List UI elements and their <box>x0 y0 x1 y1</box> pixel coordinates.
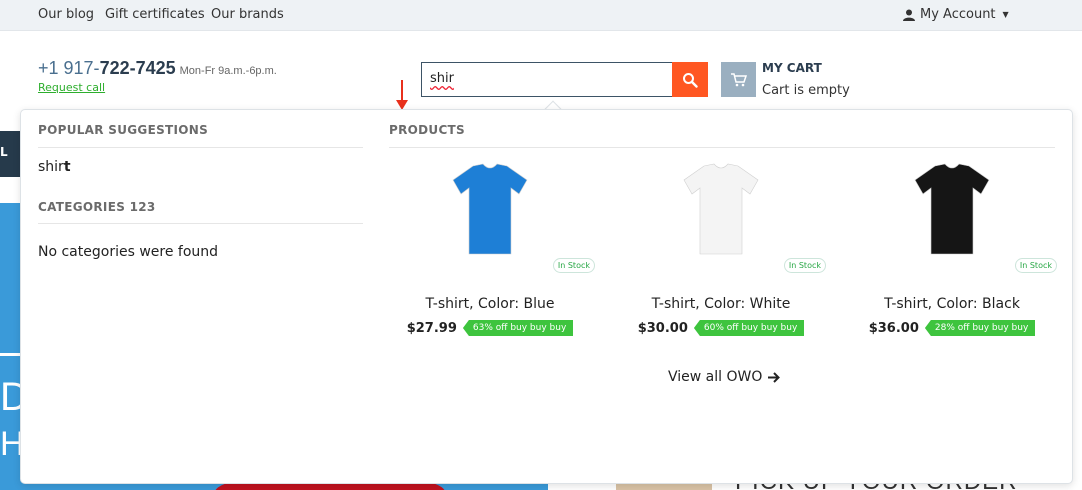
search-button[interactable] <box>672 62 708 97</box>
product-name[interactable]: T-shirt, Color: Black <box>847 296 1057 312</box>
my-account-label: My Account <box>920 7 996 22</box>
tshirt-image <box>683 163 759 255</box>
view-all-label: View all OWO <box>668 369 763 385</box>
caret-down-icon: ▼ <box>1002 10 1009 19</box>
suggestion-typed-text: shir <box>38 159 64 175</box>
divider <box>389 147 1055 148</box>
product-name[interactable]: T-shirt, Color: White <box>616 296 826 312</box>
price-row: $30.00 60% off buy buy buy <box>616 320 826 336</box>
suggestion-completion-text: t <box>63 159 71 175</box>
my-account-menu[interactable]: My Account ▼ <box>903 7 1009 22</box>
in-stock-badge: In Stock <box>1014 258 1057 273</box>
cart-status: Cart is empty <box>762 83 850 98</box>
arrow-down-icon <box>396 80 408 110</box>
arrow-right-icon <box>768 371 781 383</box>
side-nav-tab[interactable]: L <box>0 131 22 177</box>
page: Our blog Gift certificates Our brands My… <box>0 0 1082 490</box>
product-price: $30.00 <box>637 320 688 336</box>
tshirt-image <box>914 163 990 255</box>
search-icon <box>683 72 698 88</box>
price-row: $27.99 63% off buy buy buy <box>385 320 595 336</box>
price-row: $36.00 28% off buy buy buy <box>847 320 1057 336</box>
cart-title[interactable]: MY CART <box>762 61 822 75</box>
product-price: $27.99 <box>406 320 457 336</box>
popular-suggestions-title: POPULAR SUGGESTIONS <box>38 123 209 137</box>
nav-link-gift-certificates[interactable]: Gift certificates <box>105 7 205 22</box>
product-card[interactable]: In Stock T-shirt, Color: Blue $27.99 63%… <box>385 154 595 344</box>
nav-link-blog[interactable]: Our blog <box>38 7 94 22</box>
suggestion-item[interactable]: shirt <box>38 159 71 175</box>
side-nav-letter: L <box>0 145 8 159</box>
product-card[interactable]: In Stock T-shirt, Color: Black $36.00 28… <box>847 154 1057 344</box>
products-title: PRODUCTS <box>389 123 465 137</box>
banner-stripe <box>0 353 22 356</box>
in-stock-badge: In Stock <box>552 258 595 273</box>
categories-empty-message: No categories were found <box>38 244 219 260</box>
discount-badge: 28% off buy buy buy <box>924 320 1036 336</box>
phone-number: +1 917-722-7425 Mon-Fr 9a.m.-6p.m. <box>38 58 277 79</box>
discount-badge: 60% off buy buy buy <box>693 320 805 336</box>
phone-hours: Mon-Fr 9a.m.-6p.m. <box>179 65 277 77</box>
cart-button[interactable] <box>721 62 756 97</box>
search-suggestions-dropdown: POPULAR SUGGESTIONS shirt CATEGORIES 123… <box>20 109 1073 484</box>
nav-link-brands[interactable]: Our brands <box>211 7 284 22</box>
discount-badge: 63% off buy buy buy <box>462 320 574 336</box>
product-price: $36.00 <box>868 320 919 336</box>
divider <box>38 223 363 224</box>
top-bar: Our blog Gift certificates Our brands My… <box>0 0 1082 31</box>
request-call-link[interactable]: Request call <box>38 81 105 94</box>
phone-main: 722-7425 <box>99 58 176 78</box>
tshirt-image <box>452 163 528 255</box>
divider <box>38 147 363 148</box>
search-input-value: shir <box>430 71 454 86</box>
categories-title: CATEGORIES 123 <box>38 200 156 214</box>
view-all-link[interactable]: View all OWO <box>668 369 781 385</box>
in-stock-badge: In Stock <box>783 258 826 273</box>
user-icon <box>903 9 915 21</box>
product-name[interactable]: T-shirt, Color: Blue <box>385 296 595 312</box>
cart-icon <box>730 72 747 86</box>
phone-prefix: +1 917- <box>38 58 100 78</box>
search-input[interactable]: shir <box>421 62 673 97</box>
product-card[interactable]: In Stock T-shirt, Color: White $30.00 60… <box>616 154 826 344</box>
